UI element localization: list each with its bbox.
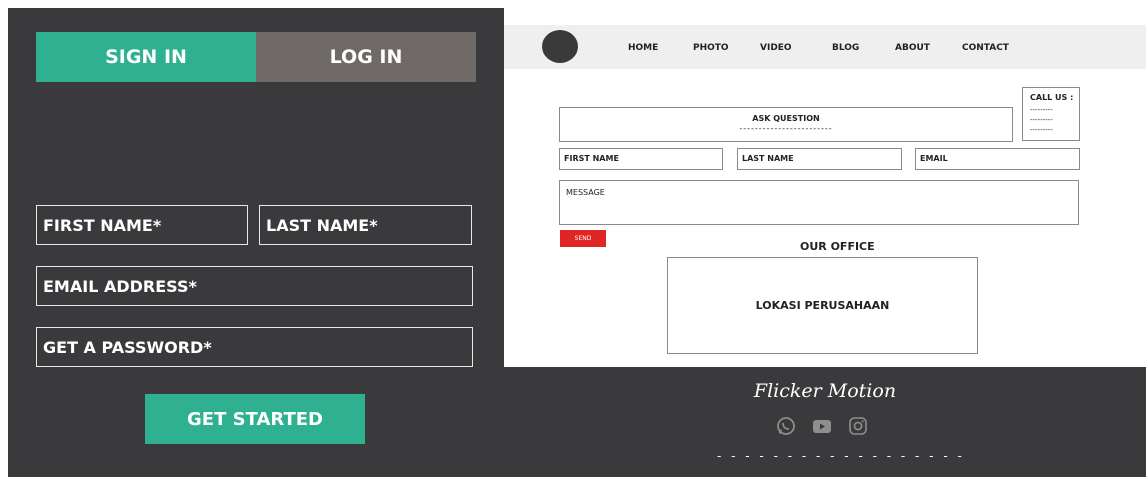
tab-log-in[interactable]: LOG IN — [256, 32, 476, 82]
last-name-field[interactable]: LAST NAME — [737, 148, 902, 170]
ask-question-box[interactable]: ASK QUESTION ------------------------ — [559, 107, 1013, 142]
nav-video[interactable]: VIDEO — [760, 43, 792, 53]
logo[interactable] — [542, 30, 578, 63]
ask-question-dashes: ------------------------ — [739, 124, 833, 133]
last-name-input[interactable]: LAST NAME* — [259, 205, 472, 245]
footer: Flicker Motion - - - - - - - - - - - - -… — [504, 367, 1146, 477]
footer-brand: Flicker Motion — [753, 380, 897, 402]
first-name-field[interactable]: FIRST NAME — [559, 148, 723, 170]
call-us-label: CALL US : — [1030, 93, 1074, 102]
get-started-button[interactable]: GET STARTED — [145, 394, 365, 444]
contact-page: HOME PHOTO VIDEO BLOG ABOUT CONTACT ASK … — [504, 25, 1146, 367]
first-name-input[interactable]: FIRST NAME* — [36, 205, 248, 245]
nav-blog[interactable]: BLOG — [832, 43, 859, 53]
office-title: OUR OFFICE — [800, 240, 875, 253]
footer-divider: - - - - - - - - - - - - - - - - - - — [717, 449, 965, 463]
message-field[interactable]: MESSAGE — [559, 180, 1079, 225]
nav-home[interactable]: HOME — [628, 43, 658, 53]
ask-question-label: ASK QUESTION — [752, 114, 820, 123]
whatsapp-icon[interactable] — [775, 415, 797, 437]
email-field[interactable]: EMAIL — [915, 148, 1080, 170]
email-address-input[interactable]: EMAIL ADDRESS* — [36, 266, 473, 306]
call-us-line: --------- — [1030, 126, 1053, 134]
signup-panel: SIGN IN LOG IN FIRST NAME* LAST NAME* EM… — [8, 8, 504, 477]
navbar: HOME PHOTO VIDEO BLOG ABOUT CONTACT — [504, 25, 1146, 69]
nav-about[interactable]: ABOUT — [895, 43, 930, 53]
youtube-icon[interactable] — [811, 415, 833, 437]
nav-contact[interactable]: CONTACT — [962, 43, 1009, 53]
call-us-line: --------- — [1030, 116, 1053, 124]
office-location-box: LOKASI PERUSAHAAN — [667, 257, 978, 354]
nav-photo[interactable]: PHOTO — [693, 43, 729, 53]
office-location-label: LOKASI PERUSAHAAN — [755, 299, 890, 312]
instagram-icon[interactable] — [847, 415, 869, 437]
call-us-line: --------- — [1030, 106, 1053, 114]
tab-sign-in[interactable]: SIGN IN — [36, 32, 256, 82]
send-button[interactable]: SEND — [560, 230, 606, 247]
password-input[interactable]: GET A PASSWORD* — [36, 327, 473, 367]
call-us-box: CALL US : --------- --------- --------- — [1022, 87, 1080, 141]
